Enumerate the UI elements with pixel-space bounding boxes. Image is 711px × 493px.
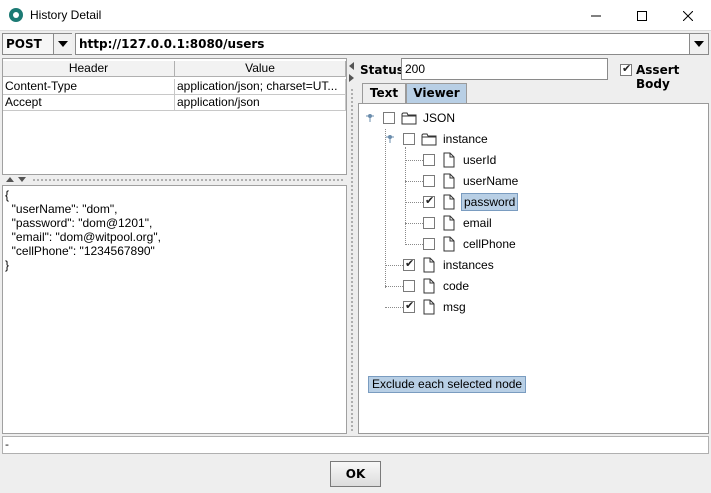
tree-expand-handle-icon[interactable] (385, 134, 395, 144)
url-dropdown-button[interactable] (689, 34, 708, 54)
tree-node-label: password (461, 193, 519, 211)
node-checkbox[interactable] (383, 112, 395, 124)
node-checkbox[interactable] (403, 299, 415, 313)
method-dropdown-button[interactable] (53, 34, 72, 54)
request-body-editor[interactable]: { "userName": "dom", "password": "dom@12… (2, 185, 347, 434)
node-checkbox[interactable] (423, 175, 435, 187)
node-checkbox[interactable] (403, 257, 415, 271)
tree-node-password[interactable]: password (423, 193, 519, 211)
file-icon (443, 152, 455, 168)
header-key-cell[interactable]: Content-Type (3, 79, 175, 95)
divider-grip (350, 88, 354, 432)
tree-node-email[interactable]: email (423, 214, 494, 232)
tree-node-label: email (463, 216, 492, 230)
tree-expand-handle-icon[interactable] (365, 113, 375, 123)
tree-node-json[interactable]: JSON (383, 109, 457, 127)
tab-text[interactable]: Text (362, 83, 406, 103)
tree-connector (405, 160, 423, 161)
tree-connector (385, 286, 403, 287)
tree-connector (405, 223, 423, 224)
tree-node-label: JSON (423, 111, 456, 125)
tree-node-label: msg (443, 300, 466, 314)
close-button[interactable] (665, 0, 711, 31)
tree-node-instances[interactable]: instances (403, 256, 496, 274)
tree-node-label: cellPhone (463, 237, 516, 251)
node-checkbox[interactable] (403, 280, 415, 292)
column-header-value[interactable]: Value (175, 61, 346, 77)
table-row[interactable]: Accept application/json (3, 95, 346, 111)
tree-node-label: instance (443, 132, 488, 146)
file-icon (443, 236, 455, 252)
method-value: POST (6, 37, 42, 51)
file-icon (443, 194, 455, 210)
tree-connector (405, 202, 423, 203)
split-arrows-icon (6, 177, 26, 182)
node-checkbox[interactable] (403, 133, 415, 145)
header-key-cell[interactable]: Accept (3, 95, 175, 111)
file-icon (423, 299, 435, 315)
tree-connector (385, 265, 403, 266)
folder-icon (401, 112, 417, 125)
tree-node-msg[interactable]: msg (403, 298, 468, 316)
node-checkbox[interactable] (423, 194, 435, 208)
node-checkbox[interactable] (423, 154, 435, 166)
ok-button[interactable]: OK (330, 461, 381, 487)
table-header-row: Header Value (3, 61, 346, 77)
status-strip: - (2, 436, 709, 454)
url-combobox[interactable]: http://127.0.0.1:8080/users (75, 33, 709, 55)
tree-node-label: instances (443, 258, 494, 272)
tree-node-label: userName (463, 174, 519, 188)
header-value-cell[interactable]: application/json; charset=UT... (175, 79, 346, 95)
tree-node-code[interactable]: code (403, 277, 471, 295)
request-body-text: { "userName": "dom", "password": "dom@12… (5, 188, 161, 272)
tree-node-label: code (443, 279, 470, 293)
file-icon (443, 215, 455, 231)
assert-body-label[interactable]: Assert Body (636, 63, 711, 91)
maximize-button[interactable] (619, 0, 665, 31)
node-checkbox[interactable] (423, 238, 435, 250)
assert-body-checkbox[interactable] (620, 62, 632, 76)
tree-connector (405, 244, 423, 245)
title-bar: History Detail (0, 0, 711, 31)
column-header-header[interactable]: Header (3, 61, 175, 77)
minimize-icon (591, 15, 601, 16)
tree-node-label: userId (463, 153, 497, 167)
tree-node-userid[interactable]: userId (423, 151, 498, 169)
tree-node-instance[interactable]: instance (403, 130, 490, 148)
method-select[interactable]: POST (2, 33, 72, 55)
file-icon (423, 278, 435, 294)
window-title: History Detail (30, 8, 102, 22)
tab-viewer[interactable]: Viewer (406, 83, 467, 103)
folder-icon (421, 133, 437, 146)
close-icon (683, 10, 693, 21)
vertical-split-divider[interactable] (348, 58, 356, 434)
horizontal-split-divider[interactable] (2, 176, 347, 184)
tree-connector (405, 181, 423, 182)
tree-node-cellphone[interactable]: cellPhone (423, 235, 518, 253)
header-value-cell[interactable]: application/json (175, 95, 346, 111)
headers-table[interactable]: Header Value Content-Type application/js… (2, 58, 347, 175)
split-arrows-icon (349, 62, 354, 82)
table-row[interactable]: Content-Type application/json; charset=U… (3, 79, 346, 95)
url-value: http://127.0.0.1:8080/users (79, 37, 265, 51)
tooltip: Exclude each selected node (368, 376, 527, 393)
status-field[interactable]: 200 (401, 58, 608, 80)
app-icon (9, 8, 23, 22)
minimize-button[interactable] (573, 0, 619, 31)
chevron-down-icon (58, 41, 68, 47)
maximize-icon (637, 10, 647, 21)
tree-connector (405, 147, 406, 245)
tree-connector (385, 307, 403, 308)
node-checkbox[interactable] (423, 217, 435, 229)
divider-grip (32, 178, 345, 182)
file-icon (423, 257, 435, 273)
chevron-down-icon (694, 41, 704, 47)
tree-node-username[interactable]: userName (423, 172, 520, 190)
file-icon (443, 173, 455, 189)
